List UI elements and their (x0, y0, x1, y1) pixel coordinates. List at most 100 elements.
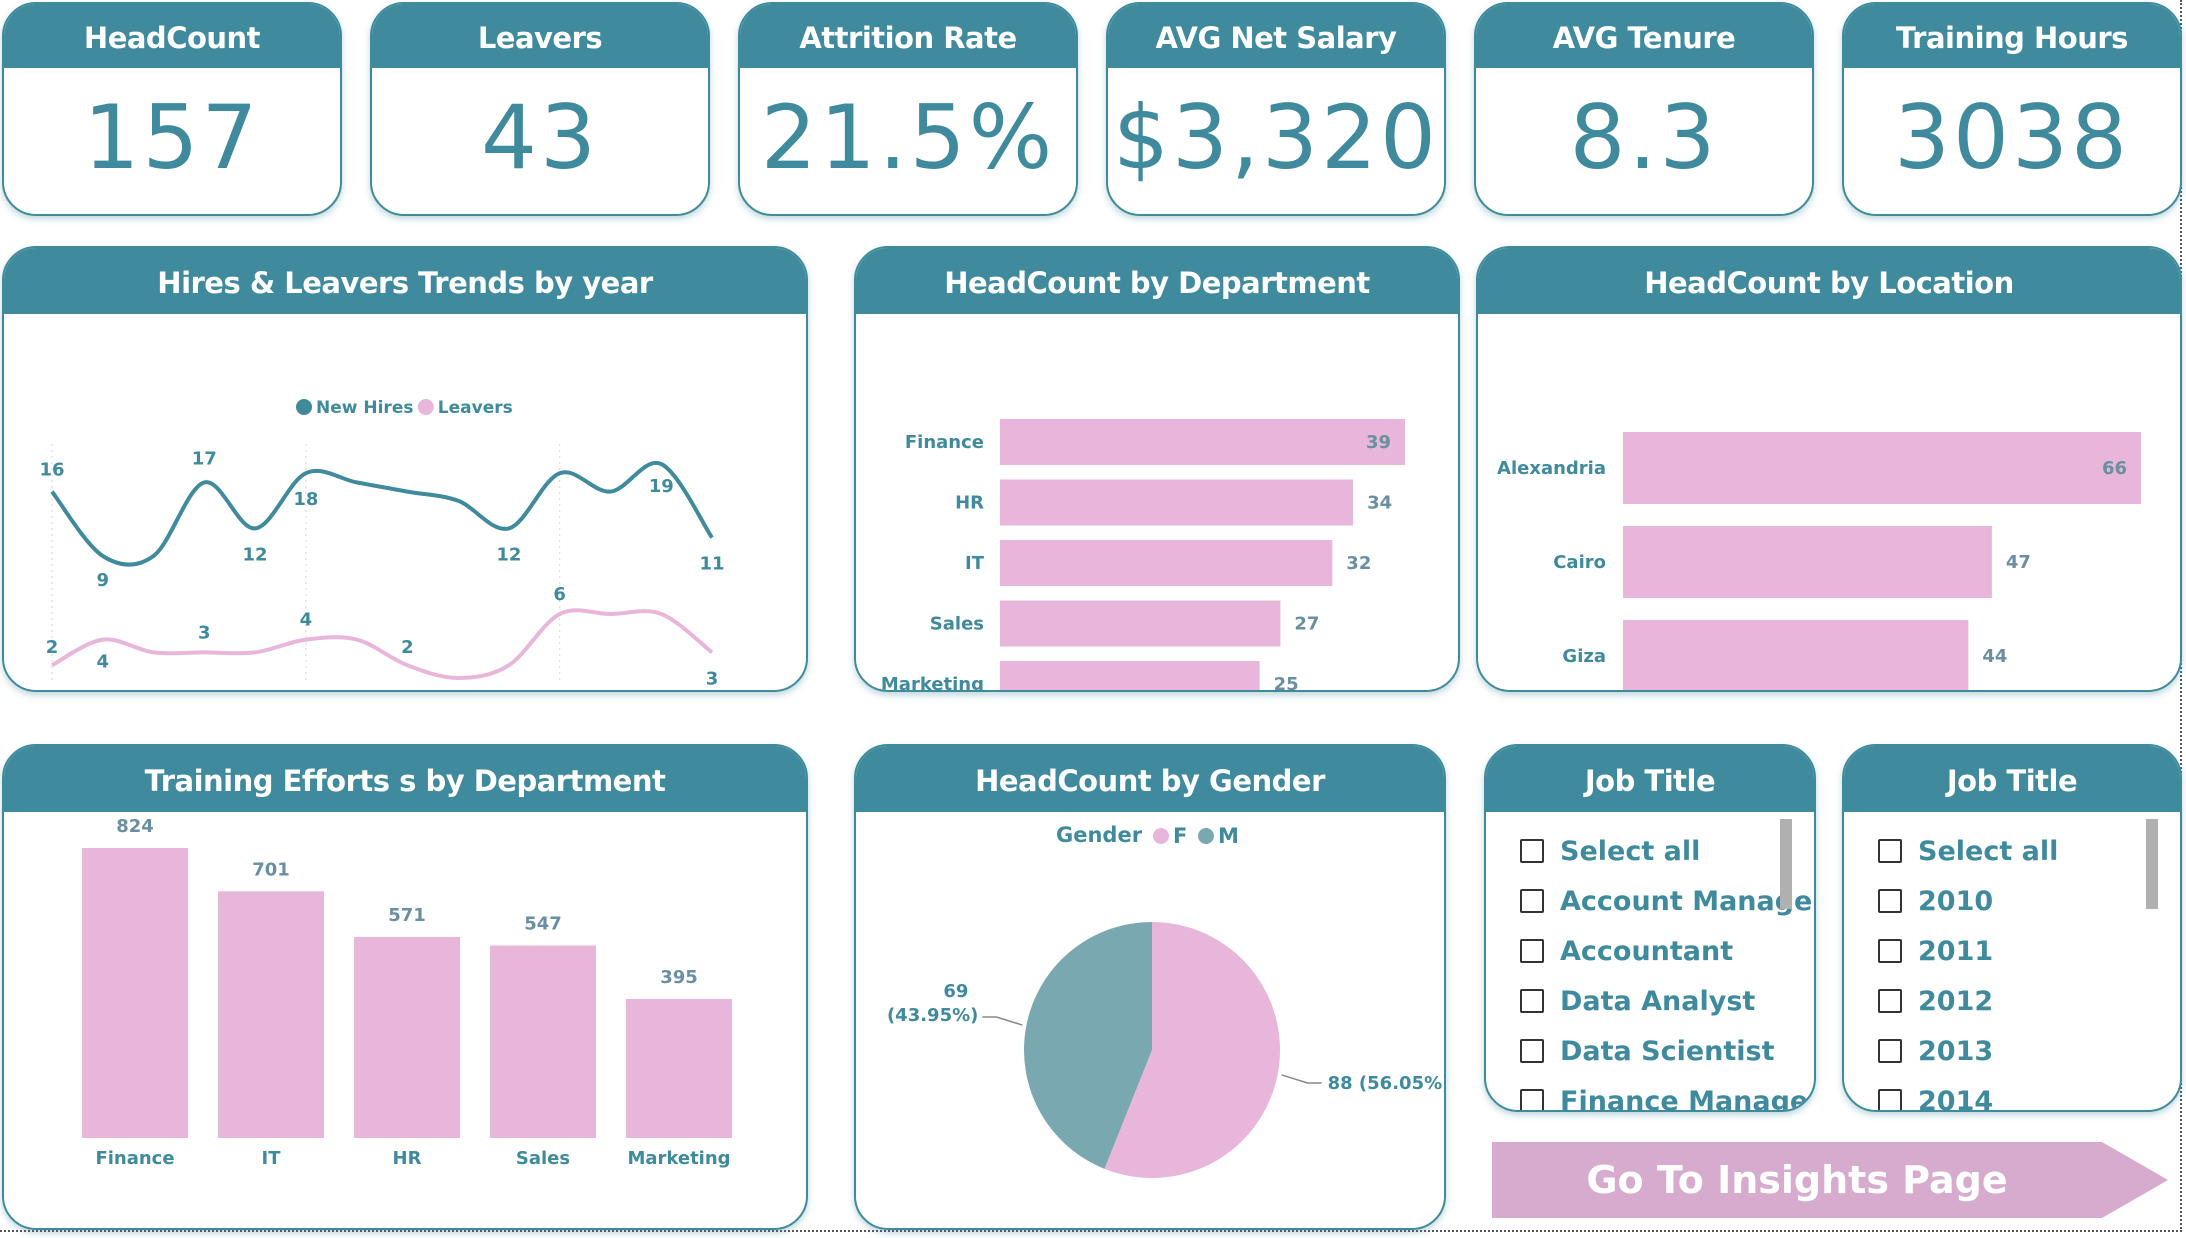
option-label: 2014 (1918, 1085, 1994, 1112)
category-label: Sales (930, 614, 984, 635)
checkbox[interactable] (1520, 989, 1544, 1013)
option-label: 2012 (1918, 985, 1994, 1017)
slicer-title: Job Title (1486, 746, 1814, 812)
slicer-option[interactable]: 2010 (1878, 876, 2180, 926)
data-label-leavers: 4 (300, 610, 313, 631)
slicer-option[interactable]: Finance Manager (1520, 1076, 1816, 1112)
data-label-new-hires: 17 (192, 448, 217, 469)
legend-marker (296, 399, 312, 415)
kpi-title: Attrition Rate (740, 4, 1076, 68)
legend-marker (1153, 828, 1169, 844)
slicer-scrollbar[interactable] (2146, 819, 2158, 909)
kpi-card-attrition-rate[interactable]: Attrition Rate 21.5% (738, 2, 1078, 216)
kpi-title: Leavers (372, 4, 708, 68)
kpi-card-training-hours[interactable]: Training Hours 3038 (1842, 2, 2182, 216)
legend-label: F (1173, 824, 1187, 848)
kpi-value: 3038 (1894, 86, 2130, 189)
option-label: Data Analyst (1560, 985, 1756, 1017)
data-label: 27 (1294, 614, 1319, 635)
training-efforts-card[interactable]: Training Efforts s by Department 824 Fina… (2, 744, 808, 1230)
data-label: 69 (943, 981, 968, 1002)
category-label: HR (955, 493, 984, 514)
kpi-value: $3,320 (1113, 86, 1439, 189)
option-label: Account Manager (1560, 885, 1816, 917)
kpi-title: Training Hours (1844, 4, 2180, 68)
checkbox[interactable] (1878, 939, 1902, 963)
checkbox[interactable] (1520, 939, 1544, 963)
data-label: (43.95%) (887, 1005, 978, 1026)
category-label: Finance (905, 432, 984, 453)
checkbox[interactable] (1878, 1089, 1902, 1110)
data-label: 701 (252, 859, 290, 880)
data-label: 39 (1366, 432, 1391, 453)
data-label: 66 (2102, 458, 2127, 479)
category-label: Alexandria (1497, 458, 1606, 479)
hires-leavers-trend-card[interactable]: Hires & Leavers Trends by year 201020152… (2, 246, 808, 692)
slicer-option[interactable]: Account Manager (1520, 876, 1814, 926)
bar (1000, 661, 1260, 690)
legend-label: New Hires (316, 398, 413, 418)
data-label: 824 (116, 816, 154, 837)
data-label-new-hires: 12 (243, 544, 268, 565)
year-slicer[interactable]: Job Title Select all 2010 2011 2012 2013… (1842, 744, 2182, 1112)
checkbox[interactable] (1520, 889, 1544, 913)
headcount-by-location-card[interactable]: HeadCount by Location Alexandria 66 Cairo 4… (1476, 246, 2182, 692)
category-label: Marketing (627, 1148, 730, 1169)
checkbox[interactable] (1520, 1039, 1544, 1063)
legend-marker (417, 399, 434, 415)
checkbox[interactable] (1878, 1039, 1902, 1063)
kpi-card-avg-net-salary[interactable]: AVG Net Salary $3,320 (1106, 2, 1446, 216)
slicer-option[interactable]: Select all (1878, 826, 2180, 876)
slicer-option[interactable]: Data Analyst (1520, 976, 1814, 1026)
slicer-option[interactable]: 2011 (1878, 926, 2180, 976)
chart-title: Training Efforts s by Department (4, 746, 806, 812)
bar (1000, 479, 1354, 526)
legend-marker (1198, 828, 1214, 844)
option-label: Select all (1560, 835, 1701, 867)
slicer-option[interactable]: Data Scientist (1520, 1026, 1814, 1076)
headcount-by-location-bar-chart: Alexandria 66 Cairo 47 Giza 44 (1497, 432, 2141, 690)
category-label: IT (965, 553, 985, 574)
kpi-title: AVG Net Salary (1108, 4, 1444, 68)
kpi-value: 157 (83, 86, 261, 189)
checkbox[interactable] (1878, 989, 1902, 1013)
data-label-new-hires: 11 (699, 554, 724, 575)
category-label: Giza (1562, 646, 1606, 667)
slicer-option[interactable]: 2014 (1878, 1076, 2180, 1112)
bar (490, 945, 596, 1138)
checkbox[interactable] (1878, 889, 1902, 913)
chart-title: HeadCount by Gender (856, 746, 1444, 812)
option-label: Finance Manager (1560, 1085, 1816, 1112)
job-title-slicer[interactable]: Job Title Select all Account Manager Acc… (1484, 744, 1816, 1112)
kpi-card-avg-tenure[interactable]: AVG Tenure 8.3 (1474, 2, 1814, 216)
headcount-by-department-bar-chart: Finance 39 HR 34 IT 32 Sales 27 Marketing 25 (881, 419, 1405, 690)
slicer-option[interactable]: Accountant (1520, 926, 1814, 976)
go-to-insights-button[interactable]: Go To Insights Page (1492, 1142, 2172, 1218)
slicer-option[interactable]: 2012 (1878, 976, 2180, 1026)
headcount-by-department-card[interactable]: HeadCount by Department Finance 39 HR 34 IT 3… (854, 246, 1460, 692)
slicer-option[interactable]: Select all (1520, 826, 1814, 876)
kpi-card-leavers[interactable]: Leavers 43 (370, 2, 710, 216)
kpi-value: 43 (481, 86, 599, 189)
headcount-by-gender-card[interactable]: HeadCount by Gender Gender F M 88 (56.05%) 6… (854, 744, 1446, 1230)
data-label: 32 (1346, 553, 1371, 574)
chart-title: HeadCount by Location (1478, 248, 2180, 314)
slicer-title: Job Title (1844, 746, 2180, 812)
category-label: Marketing (881, 674, 984, 690)
leader-line (982, 1016, 1023, 1026)
slicer-scrollbar[interactable] (1780, 819, 1792, 909)
data-label-leavers: 3 (198, 622, 211, 643)
option-label: 2013 (1918, 1035, 1994, 1067)
leader-line (1281, 1074, 1322, 1084)
bar (1623, 526, 1992, 598)
kpi-card-headcount[interactable]: HeadCount 157 (2, 2, 342, 216)
checkbox[interactable] (1878, 839, 1902, 863)
checkbox[interactable] (1520, 839, 1544, 863)
checkbox[interactable] (1520, 1089, 1544, 1110)
slicer-option[interactable]: 2013 (1878, 1026, 2180, 1076)
option-label: Select all (1918, 835, 2059, 867)
data-label: 395 (660, 967, 698, 988)
data-label-new-hires: 19 (649, 476, 674, 497)
button-label: Go To Insights Page (1586, 1158, 2008, 1202)
bar (626, 998, 732, 1138)
